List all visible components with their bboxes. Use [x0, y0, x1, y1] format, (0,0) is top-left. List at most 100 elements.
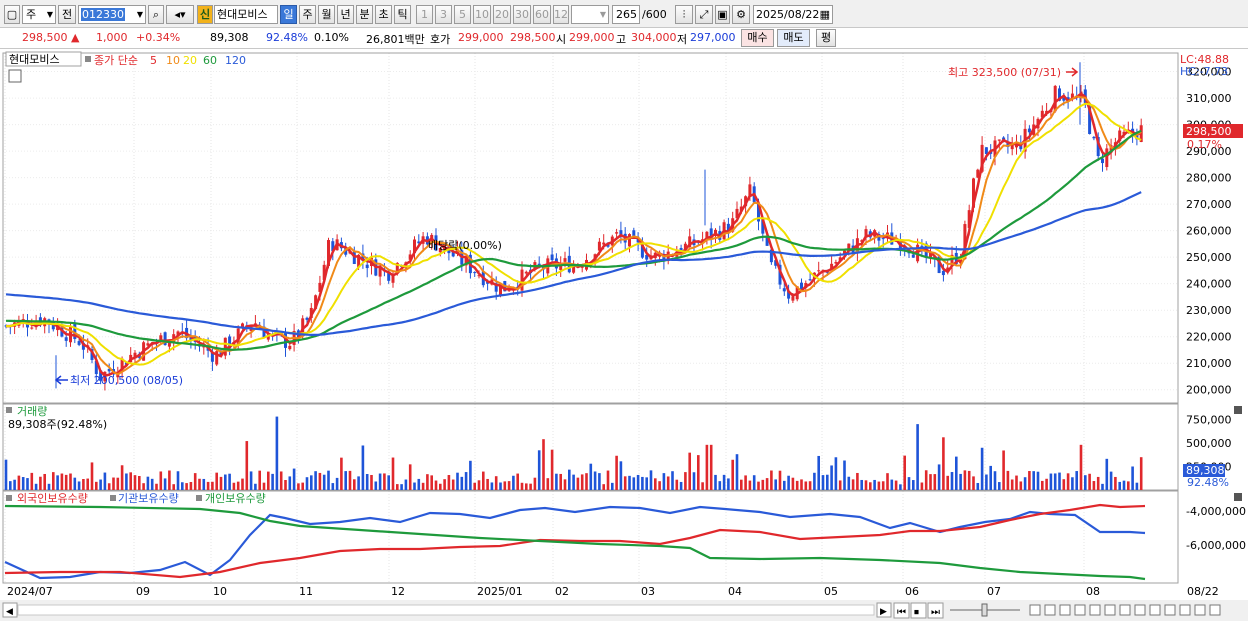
- minute-3[interactable]: 3: [435, 5, 452, 24]
- volume-bar: [219, 476, 223, 490]
- volume-bar: [757, 481, 760, 490]
- volume-bar: [331, 483, 335, 490]
- volume-bar: [800, 479, 803, 490]
- volume-bar: [709, 444, 713, 490]
- period-week[interactable]: 주: [299, 5, 316, 24]
- volume-bar: [1084, 475, 1087, 490]
- sell-button[interactable]: 매도: [777, 29, 810, 47]
- scrollbar-track: [17, 604, 875, 616]
- minute-10[interactable]: 10: [473, 5, 491, 24]
- volume-bar: [864, 480, 868, 490]
- tool-icon-4: [1089, 604, 1101, 616]
- minute-60[interactable]: 60: [533, 5, 551, 24]
- volume-bar: [774, 479, 777, 490]
- candle-body: [911, 254, 915, 258]
- tool-icon-5: [1104, 604, 1116, 616]
- volume-bar: [163, 478, 167, 490]
- period-year[interactable]: 년: [337, 5, 354, 24]
- volume-bar: [1131, 466, 1134, 490]
- turnover-rate: 0.10%: [314, 31, 349, 44]
- candle-body: [1105, 148, 1109, 168]
- stock-name-field[interactable]: 현대모비스: [214, 5, 278, 24]
- volume-tick-label: 500,000: [1186, 437, 1232, 450]
- prev-button[interactable]: 전: [58, 5, 76, 24]
- volume-bar: [593, 471, 597, 490]
- chart-window-icon[interactable]: ▢: [4, 5, 20, 24]
- volume-bar: [744, 475, 747, 490]
- volume-bar: [387, 475, 390, 490]
- volume-bar: [1088, 473, 1091, 490]
- volume-tick-label: 750,000: [1186, 413, 1232, 426]
- candle-body: [920, 245, 924, 247]
- candle-body: [365, 264, 369, 269]
- period-day[interactable]: 일: [280, 5, 297, 24]
- trend-tool-icon[interactable]: ⤢: [695, 5, 713, 24]
- candle-body: [305, 317, 309, 320]
- volume-bar: [1023, 477, 1027, 490]
- gear-icon[interactable]: ⚙: [732, 5, 750, 24]
- save-icon[interactable]: ▣: [715, 5, 730, 24]
- eval-button[interactable]: 평: [816, 29, 836, 47]
- volume-bar: [559, 473, 562, 490]
- volume-bar: [421, 482, 425, 490]
- y-tick-label: 210,000: [1186, 357, 1232, 370]
- volume-bar: [1049, 473, 1053, 490]
- search-icon[interactable]: ⌕: [148, 5, 164, 24]
- period-second[interactable]: 초: [375, 5, 392, 24]
- period-tick[interactable]: 틱: [394, 5, 411, 24]
- volume-bar: [1041, 480, 1044, 490]
- speaker-icon[interactable]: ◂▾: [166, 5, 194, 24]
- minute-1[interactable]: 1: [416, 5, 433, 24]
- volume-bar: [912, 480, 915, 490]
- volume-bar: [520, 482, 524, 490]
- period-month[interactable]: 월: [318, 5, 335, 24]
- legend-square-icon: [85, 56, 91, 62]
- tool-icon-7: [1134, 604, 1146, 616]
- volume-bar: [374, 481, 378, 490]
- buy-button[interactable]: 매수: [741, 29, 774, 47]
- minute-5[interactable]: 5: [454, 5, 471, 24]
- volume-bar: [641, 476, 644, 490]
- ma-legend-120: 120: [225, 54, 246, 67]
- minute-20[interactable]: 20: [493, 5, 511, 24]
- volume-bar: [408, 464, 412, 490]
- volume-bar: [976, 482, 980, 490]
- tool-icon-12: [1209, 604, 1221, 616]
- date-input[interactable]: 2025/08/22 ▦: [753, 5, 833, 24]
- minute-120[interactable]: 120: [553, 5, 569, 24]
- volume-bar: [159, 471, 163, 490]
- stock-code-input[interactable]: 012330 ▼: [78, 5, 146, 24]
- custom-minute-select[interactable]: ▼: [571, 5, 609, 24]
- scroll-right-icon: ▶: [880, 607, 887, 617]
- volume-bar: [1092, 481, 1096, 490]
- tool-icon-0: [1029, 604, 1041, 616]
- volume-bar: [1045, 478, 1048, 490]
- volume-bar: [318, 472, 322, 490]
- volume-bar: [430, 475, 433, 490]
- volume-bar: [271, 473, 274, 490]
- volume-bar: [589, 463, 593, 490]
- candle-body: [1092, 136, 1096, 139]
- x-tick-label: 09: [136, 585, 150, 598]
- y-tick-label: 240,000: [1186, 278, 1232, 291]
- volume-bar: [903, 455, 906, 490]
- volume-bar: [671, 471, 674, 490]
- period-minute[interactable]: 분: [356, 5, 373, 24]
- volume-bar: [47, 483, 51, 490]
- volume-bar: [955, 456, 958, 490]
- volume-bar: [568, 469, 571, 490]
- volume-bar: [486, 478, 489, 490]
- volume-bar: [56, 475, 59, 490]
- volume-bar: [327, 470, 330, 490]
- indicator-icon[interactable]: ⫶: [675, 5, 693, 24]
- volume-bar: [950, 472, 954, 490]
- period-type-select[interactable]: 주 ▼: [22, 5, 56, 24]
- volume-bar: [692, 472, 696, 490]
- minute-30[interactable]: 30: [513, 5, 531, 24]
- volume-bar: [580, 474, 584, 490]
- volume-bar: [1006, 470, 1010, 490]
- volume-bar: [869, 482, 872, 490]
- volume-bar: [241, 478, 244, 490]
- volume-bar: [138, 476, 141, 490]
- count-input[interactable]: 265: [612, 5, 640, 24]
